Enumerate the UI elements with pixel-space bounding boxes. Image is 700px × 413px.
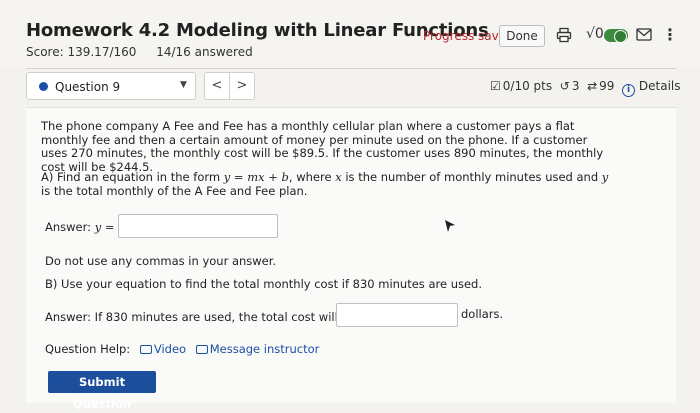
part-a-prompt: A) Find an equation in the form y = mx +… <box>41 170 621 198</box>
question-select[interactable]: Question 9 ▼ <box>26 72 196 100</box>
question-card: The phone company A Fee and Fee has a mo… <box>26 107 676 411</box>
answer-a-label: Answer: y = <box>45 220 114 234</box>
question-select-label: Question 9 <box>55 80 121 94</box>
points-area: ☑ 0/10 pts ↺ 3 ⇄ 99 i Details <box>490 79 681 97</box>
part-a-prefix: A) Find an equation in the form <box>41 170 224 184</box>
question-bar: Question 9 ▼ < > ☑ 0/10 pts ↺ 3 ⇄ 99 i Deta… <box>26 72 681 102</box>
submit-question-button[interactable]: Submit Question <box>48 371 156 411</box>
mail-icon <box>195 345 208 354</box>
score-row: Score: 139.17/160 14/16 answered <box>26 45 269 59</box>
no-commas-note: Do not use any commas in your answer. <box>45 254 277 268</box>
prev-question-button[interactable]: < <box>204 72 230 100</box>
part-a-mid: , where <box>288 170 336 184</box>
next-question-button[interactable]: > <box>229 72 255 100</box>
chevron-down-icon: ▼ <box>180 80 187 90</box>
part-a-y-var: y <box>601 170 609 184</box>
answer-a-var: y = <box>94 220 115 234</box>
question-help: Question Help: Video Message instructor <box>45 342 319 356</box>
details-link[interactable]: Details <box>639 79 681 93</box>
retry-icon: ↺ <box>559 79 570 93</box>
info-icon[interactable]: i <box>622 84 636 97</box>
answer-b-units: dollars. <box>461 307 504 321</box>
sqrt-icon[interactable]: √0 <box>586 26 604 42</box>
message-link-label: Message instructor <box>209 342 320 356</box>
mail-icon[interactable] <box>636 28 652 41</box>
video-icon <box>139 345 152 354</box>
header: Homework 4.2 Modeling with Linear Functi… <box>0 0 700 68</box>
problem-text: The phone company A Fee and Fee has a mo… <box>41 119 604 174</box>
answer-a-input[interactable] <box>118 214 278 238</box>
toggle-switch[interactable] <box>604 29 628 43</box>
retries-count: 3 <box>571 79 580 93</box>
page-title: Homework 4.2 Modeling with Linear Functi… <box>26 20 489 41</box>
question-status-dot <box>39 82 48 91</box>
part-b-prompt: B) Use your equation to find the total m… <box>45 277 483 291</box>
part-a-mid2: is the number of monthly minutes used an… <box>341 170 602 184</box>
answered-count: 14/16 answered <box>156 45 253 59</box>
video-link-label: Video <box>153 342 187 356</box>
answer-a-text: Answer: <box>45 220 95 234</box>
header-divider <box>26 68 676 69</box>
done-button[interactable]: Done <box>499 25 545 47</box>
answer-b-input[interactable] <box>336 303 458 327</box>
answer-b-label: Answer: If 830 minutes are used, the tot… <box>45 310 356 324</box>
points-text: 0/10 pts <box>502 79 553 93</box>
help-label: Question Help: <box>45 342 131 356</box>
part-a-equation: y = mx + b <box>223 170 289 184</box>
edit-check-icon: ☑ <box>490 79 501 93</box>
attempts-icon: ⇄ <box>587 79 598 93</box>
attempts-count: 99 <box>599 79 615 93</box>
part-a-suffix: is the total monthly of the A Fee and Fe… <box>41 184 308 198</box>
message-instructor-link[interactable]: Message instructor <box>195 342 320 356</box>
video-link[interactable]: Video <box>139 342 187 356</box>
print-icon[interactable] <box>556 27 572 43</box>
score-text: Score: 139.17/160 <box>26 45 137 59</box>
mouse-cursor-icon <box>445 220 455 232</box>
more-options-icon[interactable]: ⋮ <box>662 25 678 44</box>
